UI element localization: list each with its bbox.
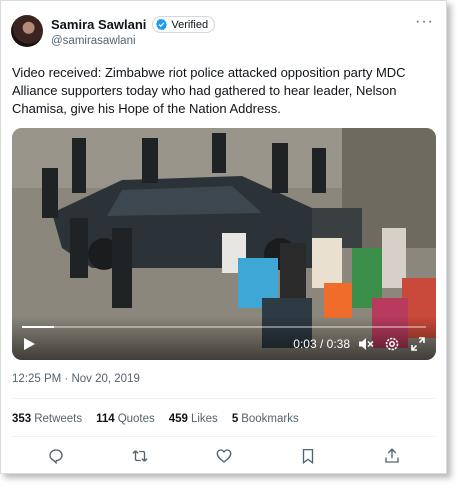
bookmark-button[interactable] [299,447,317,465]
divider [12,398,435,399]
display-name[interactable]: Samira Sawlani [51,17,146,32]
settings-icon[interactable] [384,336,400,352]
handle[interactable]: @samirasawlani [51,35,136,47]
retweets-label: Retweets [34,413,83,425]
bookmarks-count: 5 [231,413,239,425]
reply-icon [49,449,63,465]
retweet-button[interactable] [131,447,149,465]
quotes-stat[interactable]: 114 Quotes [96,413,155,425]
bookmarks-label: Bookmarks [241,413,299,425]
likes-count: 459 [168,413,188,425]
bookmarks-stat[interactable]: 5 Bookmarks [232,413,299,425]
share-icon [385,448,399,463]
verified-label: Verified [171,18,209,31]
fullscreen-icon[interactable] [410,336,426,352]
tweet-header: Samira Sawlani Verified @samirasawlani ·… [11,14,436,51]
divider [12,436,435,437]
likes-stat[interactable]: 459 Likes [169,413,218,425]
tweet-timestamp[interactable]: 12:25 PM · Nov 20, 2019 [12,373,140,385]
share-button[interactable] [383,447,401,465]
retweet-icon [132,450,148,462]
reply-button[interactable] [47,447,65,465]
play-icon[interactable] [22,337,36,351]
quotes-label: Quotes [117,413,155,425]
engagement-stats: 353 Retweets 114 Quotes 459 Likes 5 Bookmark… [12,413,313,425]
avatar[interactable] [11,15,43,47]
video-player[interactable]: 0:03 / 0:38 [12,128,436,360]
tweet-card: Samira Sawlani Verified @samirasawlani ·… [0,0,447,474]
retweets-count: 353 [12,413,32,425]
name-row: Samira Sawlani Verified [51,16,216,33]
action-bar [1,447,446,469]
video-time: 0:03 / 0:38 [293,337,350,351]
verified-badge-icon [156,18,168,31]
verified-badge[interactable]: Verified [152,16,216,33]
video-progress-fill [22,326,54,328]
tweet-text: Video received: Zimbabwe riot police att… [12,65,406,116]
video-progress-bar[interactable] [22,326,426,328]
heart-icon [216,449,232,463]
like-button[interactable] [215,447,233,465]
likes-label: Likes [190,413,218,425]
retweets-stat[interactable]: 353 Retweets [12,413,82,425]
quotes-count: 114 [96,413,115,425]
more-icon[interactable]: ··· [415,14,434,30]
bookmark-icon [302,448,314,465]
mute-icon[interactable] [358,336,374,352]
video-controls: 0:03 / 0:38 [12,316,436,360]
